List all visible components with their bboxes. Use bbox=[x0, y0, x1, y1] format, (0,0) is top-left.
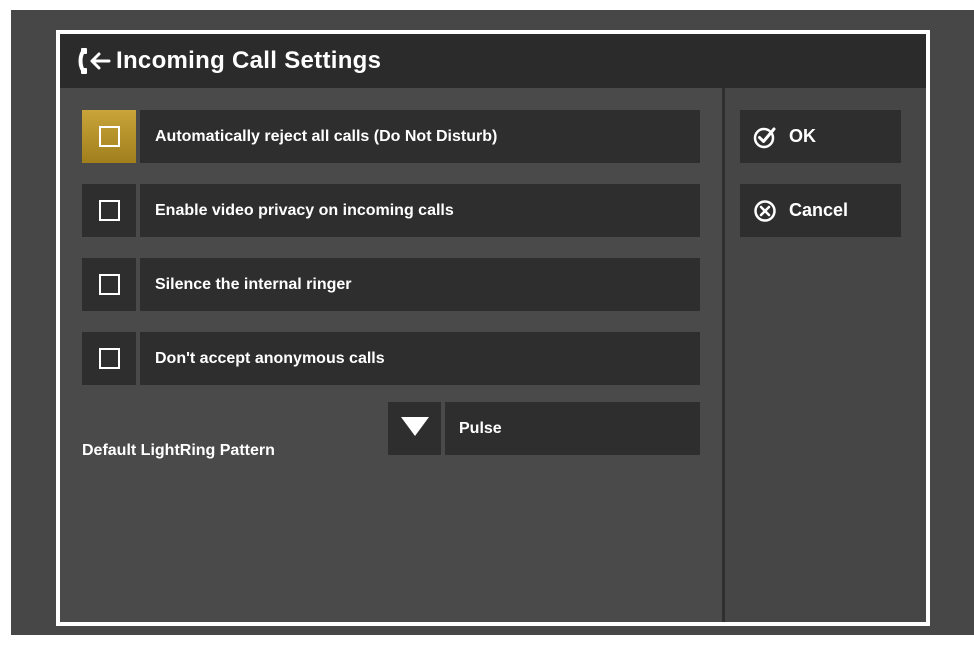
check-circle-icon bbox=[753, 125, 777, 149]
checkbox-square-icon bbox=[98, 200, 120, 221]
checkbox-silence-ringer[interactable] bbox=[82, 258, 136, 311]
lightring-pattern-select[interactable]: Pulse bbox=[445, 402, 700, 455]
ok-button[interactable]: OK bbox=[740, 110, 901, 163]
incoming-call-settings-dialog: Incoming Call Settings Automatically rej… bbox=[56, 30, 930, 626]
option-label[interactable]: Automatically reject all calls (Do Not D… bbox=[140, 110, 700, 163]
action-panel: OK Cancel bbox=[722, 88, 926, 622]
lightring-dropdown-button[interactable] bbox=[388, 402, 441, 455]
option-label[interactable]: Enable video privacy on incoming calls bbox=[140, 184, 700, 237]
lightring-pattern-label: Default LightRing Pattern bbox=[82, 442, 275, 459]
option-label[interactable]: Don't accept anonymous calls bbox=[140, 332, 700, 385]
checkbox-video-privacy[interactable] bbox=[82, 184, 136, 237]
option-silence-ringer[interactable]: Silence the internal ringer bbox=[82, 258, 700, 311]
triangle-down-icon bbox=[400, 415, 430, 442]
incoming-call-icon bbox=[76, 46, 114, 76]
ok-label: OK bbox=[789, 126, 816, 146]
x-circle-icon bbox=[753, 199, 777, 223]
dialog-title: Incoming Call Settings bbox=[116, 47, 382, 74]
cancel-label: Cancel bbox=[789, 200, 849, 220]
checkbox-reject-anonymous[interactable] bbox=[82, 332, 136, 385]
option-video-privacy[interactable]: Enable video privacy on incoming calls bbox=[82, 184, 700, 237]
option-do-not-disturb[interactable]: Automatically reject all calls (Do Not D… bbox=[82, 110, 700, 163]
cancel-button[interactable]: Cancel bbox=[740, 184, 901, 237]
option-label[interactable]: Silence the internal ringer bbox=[140, 258, 700, 311]
checkbox-square-icon bbox=[98, 348, 120, 369]
checkbox-do-not-disturb[interactable] bbox=[82, 110, 136, 163]
dialog-titlebar: Incoming Call Settings bbox=[60, 34, 926, 88]
checkbox-square-icon bbox=[98, 274, 120, 295]
settings-panel: Automatically reject all calls (Do Not D… bbox=[60, 88, 722, 622]
checkbox-square-icon bbox=[98, 126, 120, 147]
option-reject-anonymous[interactable]: Don't accept anonymous calls bbox=[82, 332, 700, 385]
